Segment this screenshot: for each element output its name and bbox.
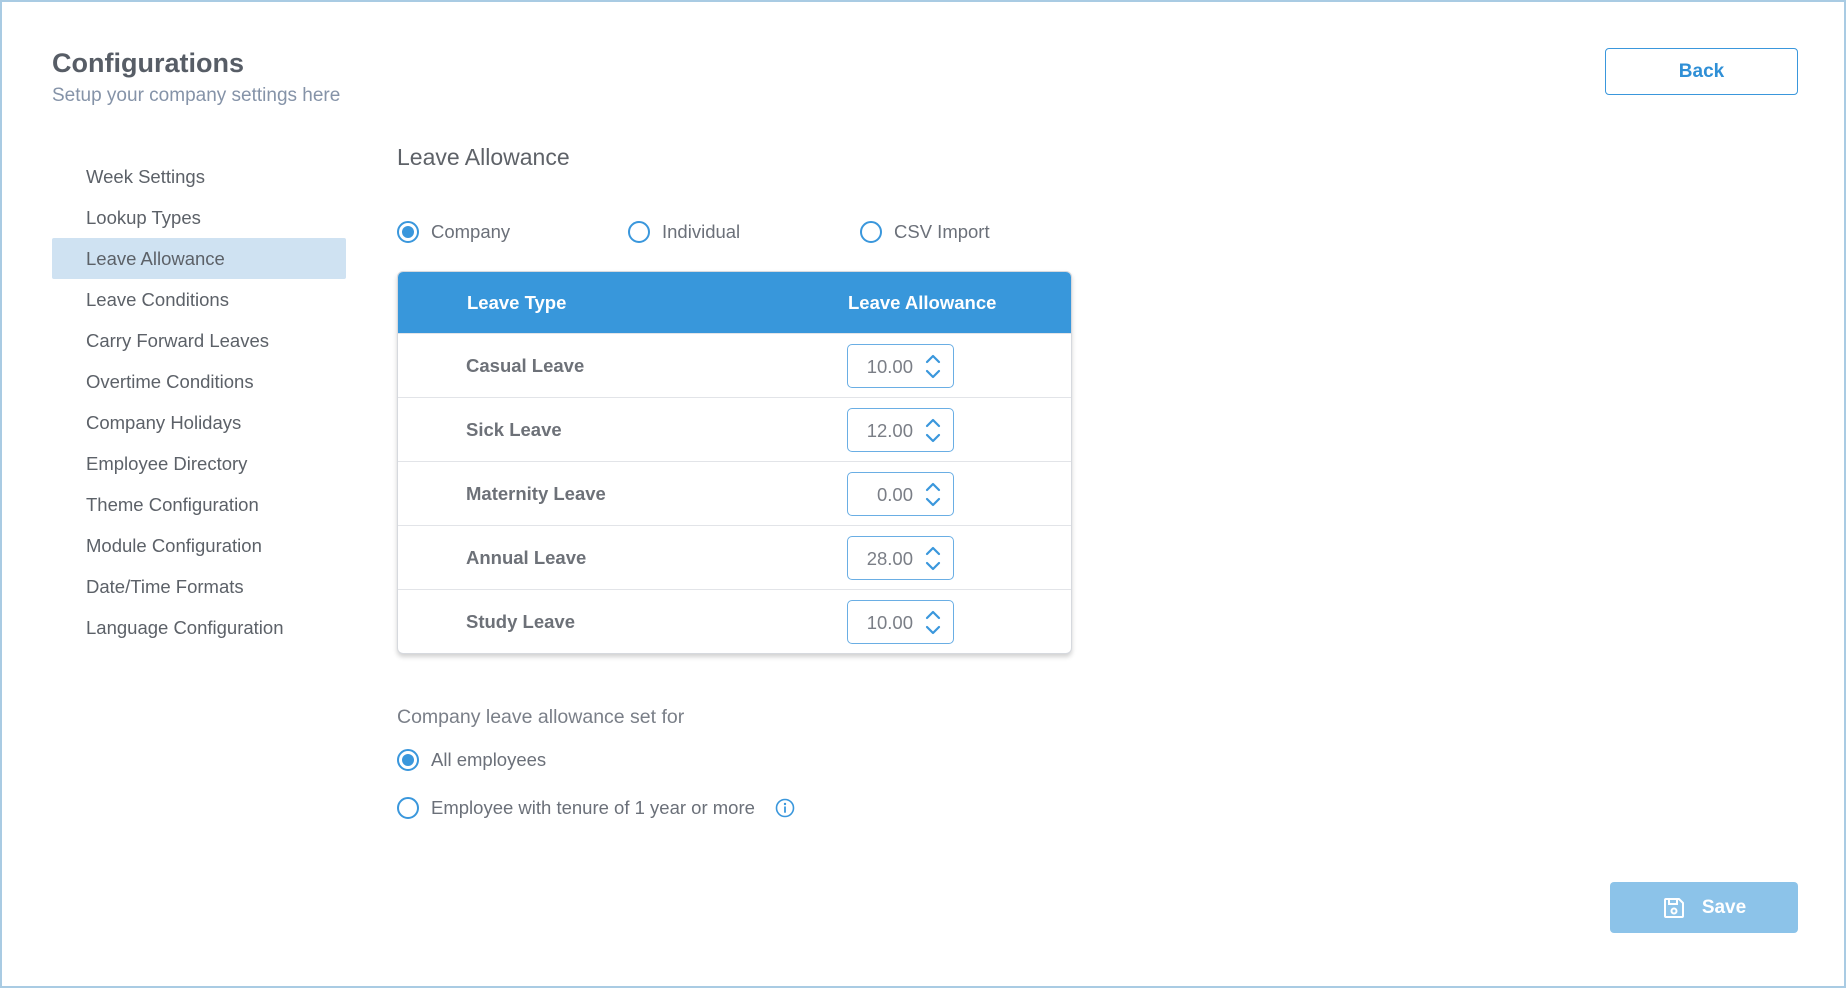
app-frame: Configurations Setup your company settin…: [0, 0, 1846, 988]
sidebar-item-leave-allowance[interactable]: Leave Allowance: [52, 238, 346, 279]
sidebar-item-carry-forward-leaves[interactable]: Carry Forward Leaves: [52, 320, 346, 361]
set-for-option-tenure[interactable]: Employee with tenure of 1 year or more: [397, 797, 795, 819]
table-row: Study Leave 10.00: [398, 589, 1071, 653]
chevron-up-icon[interactable]: [925, 609, 941, 621]
all-employees-label: All employees: [431, 749, 547, 770]
chevron-down-icon[interactable]: [925, 624, 941, 636]
study-leave-stepper[interactable]: 10.00: [847, 600, 954, 644]
leave-type-cell: Maternity Leave: [466, 483, 606, 504]
floppy-disk-icon: [1663, 897, 1684, 918]
chevron-down-icon[interactable]: [925, 432, 941, 444]
tenure-label: Employee with tenure of 1 year or more: [431, 797, 755, 818]
table-header: Leave Type Leave Allowance: [398, 272, 1071, 333]
table-row: Sick Leave 12.00: [398, 397, 1071, 461]
individual-radio-label: Individual: [662, 221, 741, 242]
leave-type-cell: Annual Leave: [466, 547, 587, 568]
spinner: [925, 543, 941, 573]
sidebar-item-lookup-types[interactable]: Lookup Types: [52, 197, 346, 238]
page-subtitle: Setup your company settings here: [52, 85, 341, 106]
back-button[interactable]: Back: [1605, 48, 1798, 95]
page-title: Configurations: [52, 48, 244, 78]
stepper-value: 12.00: [866, 420, 913, 441]
company-radio[interactable]: [397, 221, 419, 243]
annual-leave-stepper[interactable]: 28.00: [847, 536, 954, 580]
csv-import-radio-label: CSV Import: [894, 221, 990, 242]
sidebar-item-theme-configuration[interactable]: Theme Configuration: [52, 484, 346, 525]
set-for-label: Company leave allowance set for: [397, 706, 685, 728]
sidebar-item-company-holidays[interactable]: Company Holidays: [52, 402, 346, 443]
chevron-down-icon[interactable]: [925, 368, 941, 380]
chevron-up-icon[interactable]: [925, 545, 941, 557]
stepper-value: 28.00: [866, 548, 913, 569]
tenure-radio[interactable]: [397, 797, 419, 819]
save-button[interactable]: Save: [1610, 882, 1798, 933]
company-radio-label: Company: [431, 221, 511, 242]
mode-option-csv-import[interactable]: CSV Import: [860, 219, 990, 245]
stepper-value: 10.00: [866, 612, 913, 633]
spinner: [925, 351, 941, 381]
spinner: [925, 607, 941, 637]
sidebar-item-module-configuration[interactable]: Module Configuration: [52, 525, 346, 566]
info-icon[interactable]: [775, 798, 795, 818]
header-leave-type: Leave Type: [467, 292, 567, 313]
table-row: Casual Leave 10.00: [398, 333, 1071, 397]
section-title: Leave Allowance: [397, 144, 570, 170]
chevron-up-icon[interactable]: [925, 481, 941, 493]
sidebar-nav: Week Settings Lookup Types Leave Allowan…: [52, 156, 346, 648]
leave-type-cell: Casual Leave: [466, 355, 585, 376]
sidebar-item-date-time-formats[interactable]: Date/Time Formats: [52, 566, 346, 607]
stepper-value: 10.00: [866, 356, 913, 377]
leave-allowance-table: Leave Type Leave Allowance Casual Leave …: [397, 271, 1072, 654]
leave-type-cell: Sick Leave: [466, 419, 562, 440]
stepper-value: 0.00: [876, 484, 913, 505]
mode-option-company[interactable]: Company: [397, 219, 628, 245]
table-row: Maternity Leave 0.00: [398, 461, 1071, 525]
spinner: [925, 479, 941, 509]
sidebar-item-week-settings[interactable]: Week Settings: [52, 156, 346, 197]
sidebar-item-language-configuration[interactable]: Language Configuration: [52, 607, 346, 648]
table-row: Annual Leave 28.00: [398, 525, 1071, 589]
allowance-mode-group: Company Individual CSV Import: [397, 219, 990, 245]
mode-option-individual[interactable]: Individual: [628, 219, 860, 245]
sidebar-item-overtime-conditions[interactable]: Overtime Conditions: [52, 361, 346, 402]
header-leave-allowance: Leave Allowance: [848, 292, 997, 313]
sidebar-item-leave-conditions[interactable]: Leave Conditions: [52, 279, 346, 320]
maternity-leave-stepper[interactable]: 0.00: [847, 472, 954, 516]
all-employees-radio[interactable]: [397, 749, 419, 771]
casual-leave-stepper[interactable]: 10.00: [847, 344, 954, 388]
save-button-label: Save: [1701, 896, 1747, 918]
sick-leave-stepper[interactable]: 12.00: [847, 408, 954, 452]
csv-import-radio[interactable]: [860, 221, 882, 243]
set-for-option-all-employees[interactable]: All employees: [397, 749, 546, 771]
chevron-up-icon[interactable]: [925, 353, 941, 365]
spinner: [925, 415, 941, 445]
chevron-down-icon[interactable]: [925, 560, 941, 572]
individual-radio[interactable]: [628, 221, 650, 243]
chevron-up-icon[interactable]: [925, 417, 941, 429]
chevron-down-icon[interactable]: [925, 496, 941, 508]
sidebar-item-employee-directory[interactable]: Employee Directory: [52, 443, 346, 484]
leave-type-cell: Study Leave: [466, 611, 575, 632]
